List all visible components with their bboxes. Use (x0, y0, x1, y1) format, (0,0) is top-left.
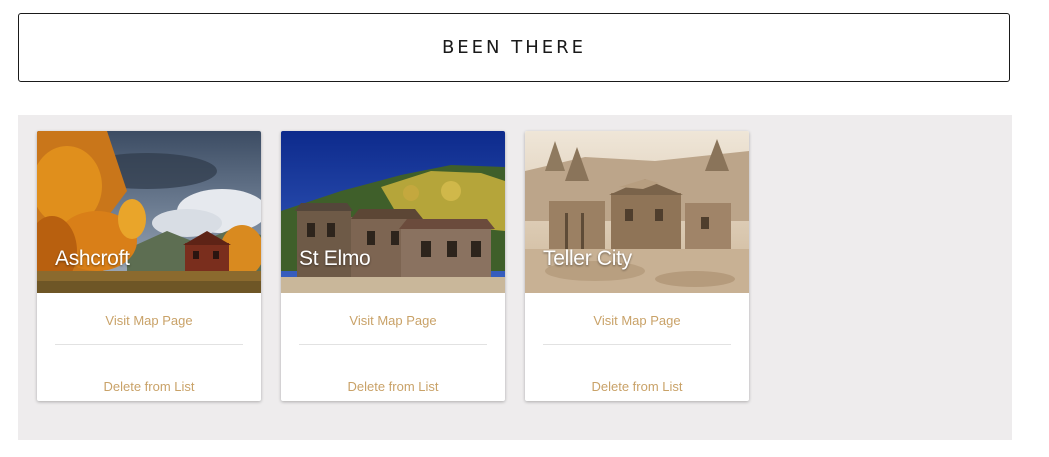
delete-from-list-link[interactable]: Delete from List (281, 379, 505, 394)
place-photo[interactable]: St Elmo (281, 131, 505, 293)
header-title: BEEN THERE (441, 37, 587, 58)
visit-map-page-link[interactable]: Visit Map Page (37, 313, 261, 328)
place-card: Ashcroft Visit Map Page Delete from List (37, 131, 261, 401)
visit-map-page-link[interactable]: Visit Map Page (525, 313, 749, 328)
places-gallery: Ashcroft Visit Map Page Delete from List (18, 115, 1012, 440)
place-name: St Elmo (299, 247, 371, 270)
card-divider (543, 344, 731, 345)
visit-map-page-link[interactable]: Visit Map Page (281, 313, 505, 328)
card-divider (299, 344, 487, 345)
place-photo[interactable]: Teller City (525, 131, 749, 293)
place-card: St Elmo Visit Map Page Delete from List (281, 131, 505, 401)
place-name: Ashcroft (55, 247, 130, 270)
card-divider (55, 344, 243, 345)
been-there-header-button[interactable]: BEEN THERE (18, 13, 1010, 82)
place-photo[interactable]: Ashcroft (37, 131, 261, 293)
delete-from-list-link[interactable]: Delete from List (37, 379, 261, 394)
delete-from-list-link[interactable]: Delete from List (525, 379, 749, 394)
place-card: Teller City Visit Map Page Delete from L… (525, 131, 749, 401)
page: BEEN THERE Ashcroft Visit Map Page Delet… (0, 0, 1049, 457)
place-name: Teller City (543, 247, 632, 270)
